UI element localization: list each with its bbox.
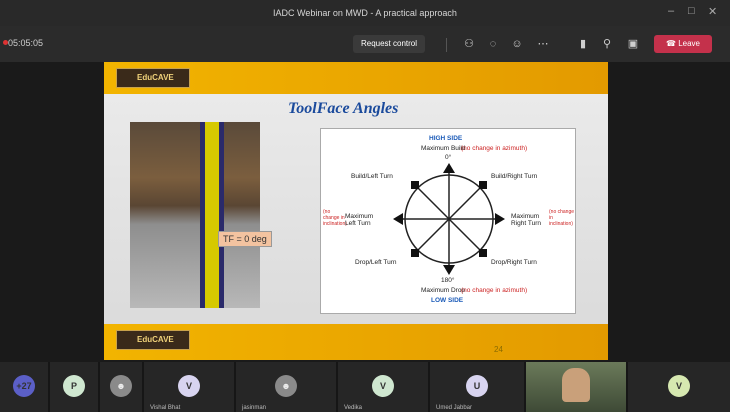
avatar-initial: V	[185, 381, 192, 391]
drill-pipe	[200, 122, 224, 308]
participant-tile[interactable]: ☻	[100, 362, 142, 412]
share-icon[interactable]: ▣	[626, 37, 640, 51]
more-icon[interactable]: ⋯	[536, 37, 550, 51]
max-right-label: Maximum Right Turn	[511, 213, 541, 227]
meeting-timer: 05:05:05	[8, 38, 44, 48]
participant-name: Vedika	[344, 405, 363, 411]
participant-video	[562, 368, 590, 402]
max-build-note: (no change in azimuth)	[461, 145, 528, 152]
participant-tile[interactable]: ☻ jasinman	[236, 362, 336, 412]
slide-page-number: 24	[494, 345, 503, 354]
participant-tile[interactable]: +27	[0, 362, 48, 412]
people-icon[interactable]: ⚇	[462, 37, 476, 51]
participant-name: Umed Jabbar	[436, 405, 473, 411]
maximize-icon[interactable]: □	[688, 5, 695, 17]
avatar-initial: +27	[16, 381, 32, 391]
toolbar-divider	[446, 38, 447, 52]
participant-strip: +27 P ☻ V Vishal Bhat ☻ jasinman V Vedik…	[0, 362, 730, 412]
educave-logo-top: EduCAVE	[116, 68, 190, 88]
title-bar: IADC Webinar on MWD - A practical approa…	[0, 0, 730, 26]
toolface-label: TF = 0 deg	[218, 231, 272, 247]
drill-string-image	[130, 122, 260, 308]
low-side-label: LOW SIDE	[431, 297, 464, 304]
180-degree-label: 180°	[441, 277, 455, 284]
educave-logo-bottom: EduCAVE	[116, 330, 190, 350]
avatar: V	[668, 375, 690, 397]
overflow-participants-badge: +27	[13, 375, 35, 397]
max-drop-label: Maximum Drop	[421, 287, 466, 294]
meeting-toolbar: 05:05:05 Request control ⚇ ◌ ☺ ⋯ ▮ ⚲ ▣ ☎…	[0, 26, 730, 62]
participant-tile[interactable]: U Umed Jabbar	[430, 362, 524, 412]
max-drop-note: (no change in azimuth)	[461, 287, 528, 294]
avatar: P	[63, 375, 85, 397]
build-left-label: Build/Left Turn	[351, 173, 393, 180]
mic-icon[interactable]: ⚲	[600, 37, 614, 51]
avatar-initial: P	[70, 381, 77, 391]
participant-tile[interactable]: P	[50, 362, 98, 412]
leave-label: Leave	[678, 39, 700, 48]
person-icon: ☻	[275, 375, 297, 397]
right-inclination-note: (no change in inclination)	[549, 209, 575, 227]
participant-name: jasinman	[242, 405, 267, 411]
leave-button[interactable]: ☎ Leave	[654, 35, 712, 53]
drop-left-label: Drop/Left Turn	[355, 259, 397, 266]
participant-tile[interactable]: V Vedika	[338, 362, 428, 412]
participant-tile[interactable]: V	[628, 362, 730, 412]
high-side-label: HIGH SIDE	[429, 135, 463, 142]
max-left-label: Maximum Left Turn	[345, 213, 374, 227]
request-control-button[interactable]: Request control	[353, 35, 425, 53]
phone-icon: ☎	[666, 39, 679, 48]
person-icon: ☻	[110, 375, 132, 397]
max-build-label: Maximum Build	[421, 145, 466, 152]
toolface-diagram: HIGH SIDE Maximum Build (no change in az…	[320, 128, 576, 314]
reactions-icon[interactable]: ☺	[510, 37, 524, 51]
camera-icon[interactable]: ▮	[576, 37, 590, 51]
avatar-initial: U	[473, 381, 481, 391]
avatar-initial: V	[379, 381, 386, 391]
build-right-label: Build/Right Turn	[491, 173, 538, 180]
avatar: U	[466, 375, 488, 397]
left-inclination-note: (no change in inclination)	[323, 209, 347, 227]
slide-title: ToolFace Angles	[288, 100, 399, 117]
window-title: IADC Webinar on MWD - A practical approa…	[273, 8, 457, 18]
presentation-slide: EduCAVE ToolFace Angles TF = 0 deg HIGH …	[104, 62, 608, 360]
chat-icon[interactable]: ◌	[486, 37, 500, 51]
zero-degree-label: 0°	[445, 154, 452, 161]
avatar: V	[372, 375, 394, 397]
participant-tile[interactable]: V Vishal Bhat	[144, 362, 234, 412]
participant-name: Vishal Bhat	[150, 405, 181, 411]
participant-video-tile[interactable]	[526, 362, 626, 412]
avatar-initial: V	[675, 381, 682, 391]
minimize-icon[interactable]: –	[668, 5, 674, 17]
close-icon[interactable]: ✕	[708, 5, 717, 18]
avatar: V	[178, 375, 200, 397]
drop-right-label: Drop/Right Turn	[491, 259, 537, 266]
